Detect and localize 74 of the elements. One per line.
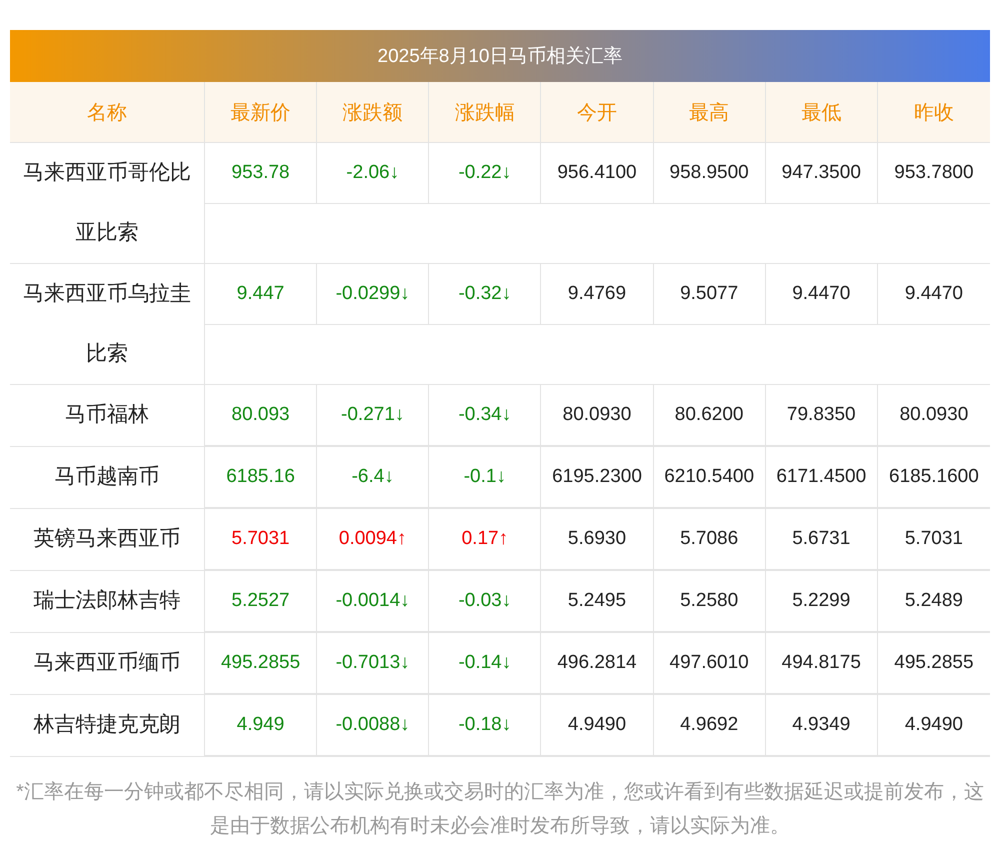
table-cell: 496.2814 — [541, 633, 654, 694]
table-cell: 6171.4500 — [766, 447, 878, 508]
table-cell: 马来西亚币缅币 — [10, 633, 205, 694]
table-cell: -2.06↓ — [317, 143, 430, 204]
column-header: 最低 — [766, 82, 878, 142]
table-cell: 5.2495 — [541, 571, 654, 632]
table-cell: 4.949 — [205, 695, 318, 756]
table-cell: 80.0930 — [878, 385, 990, 446]
column-header: 最新价 — [205, 82, 318, 142]
table-cell: 80.6200 — [654, 385, 766, 446]
table-cell: 494.8175 — [766, 633, 878, 694]
table-cell: -0.1↓ — [429, 447, 542, 508]
table-cell: 958.9500 — [654, 143, 766, 204]
table-cell: 495.2855 — [205, 633, 318, 694]
table-cell: 马币越南币 — [10, 447, 205, 508]
table-cell: 4.9692 — [654, 695, 766, 756]
table-cell: 9.5077 — [654, 264, 766, 325]
table-cell: -0.18↓ — [429, 695, 542, 756]
table-cell: 6195.2300 — [541, 447, 654, 508]
table-cell: 5.7031 — [205, 509, 318, 570]
table-title: 2025年8月10日马币相关汇率 — [10, 30, 990, 82]
table-cell: 5.2299 — [766, 571, 878, 632]
table-cell: -0.14↓ — [429, 633, 542, 694]
table-cell: -0.7013↓ — [317, 633, 430, 694]
table-cell: 9.4470 — [878, 264, 990, 325]
table-cell: 5.7031 — [878, 509, 990, 570]
table-cell: 5.2580 — [654, 571, 766, 632]
table-cell: 953.7800 — [878, 143, 990, 204]
table-cell: 956.4100 — [541, 143, 654, 204]
table-cell: 马币福林 — [10, 385, 205, 446]
table-cell: -0.32↓ — [429, 264, 542, 325]
table-cell: 0.17↑ — [429, 509, 542, 570]
table-cell: 9.4769 — [541, 264, 654, 325]
table-cell: 5.7086 — [654, 509, 766, 570]
table-cell: 80.093 — [205, 385, 318, 446]
table-cell: 5.6930 — [541, 509, 654, 570]
table-cell: 6210.5400 — [654, 447, 766, 508]
table-cell: 497.6010 — [654, 633, 766, 694]
table-cell: 947.3500 — [766, 143, 878, 204]
column-header: 涨跌额 — [317, 82, 430, 142]
footnote: *汇率在每一分钟或都不尽相同，请以实际兑换或交易时的汇率为准，您或许看到有些数据延迟或提前发布，这是由于数据公布机构有时未必会准时发布所导致，请以实际为准。 — [15, 780, 985, 839]
table-cell: 9.447 — [205, 264, 318, 325]
table-cell: 4.9490 — [878, 695, 990, 756]
column-header: 今开 — [541, 82, 654, 142]
column-header: 涨跌幅 — [429, 82, 542, 142]
table-cell: 瑞士法郎林吉特 — [10, 571, 205, 632]
table-cell: 4.9349 — [766, 695, 878, 756]
table-cell: 6185.16 — [205, 447, 318, 508]
table-cell: 79.8350 — [766, 385, 878, 446]
table-cell: 0.0094↑ — [317, 509, 430, 570]
table-cell: 9.4470 — [766, 264, 878, 325]
table-cell: -0.0299↓ — [317, 264, 430, 325]
table-cell: 4.9490 — [541, 695, 654, 756]
table-cell: 马来西亚币哥伦比亚比索 — [10, 143, 205, 263]
column-header: 昨收 — [912, 100, 955, 126]
table-cell: 953.78 — [205, 143, 318, 204]
table-cell: 5.2489 — [878, 571, 990, 632]
table-cell: 林吉特捷克克朗 — [10, 695, 205, 756]
table-cell: 6185.1600 — [878, 447, 990, 508]
table-cell: 5.6731 — [766, 509, 878, 570]
column-header: 名称 — [10, 82, 205, 142]
table-cell: 5.2527 — [205, 571, 318, 632]
table-cell: -0.271↓ — [317, 385, 430, 446]
table-cell: 英镑马来西亚币 — [10, 509, 205, 570]
table-cell: 马来西亚币乌拉圭比索 — [10, 264, 205, 384]
table-cell: -0.0014↓ — [317, 571, 430, 632]
table-cell: -0.22↓ — [429, 143, 542, 204]
column-header: 最高 — [654, 82, 766, 142]
table-cell: -0.03↓ — [429, 571, 542, 632]
table-cell: -0.0088↓ — [317, 695, 430, 756]
table-cell: 80.0930 — [541, 385, 654, 446]
table-cell: -6.4↓ — [317, 447, 430, 508]
table-cell: -0.34↓ — [429, 385, 542, 446]
table-cell: 495.2855 — [878, 633, 990, 694]
